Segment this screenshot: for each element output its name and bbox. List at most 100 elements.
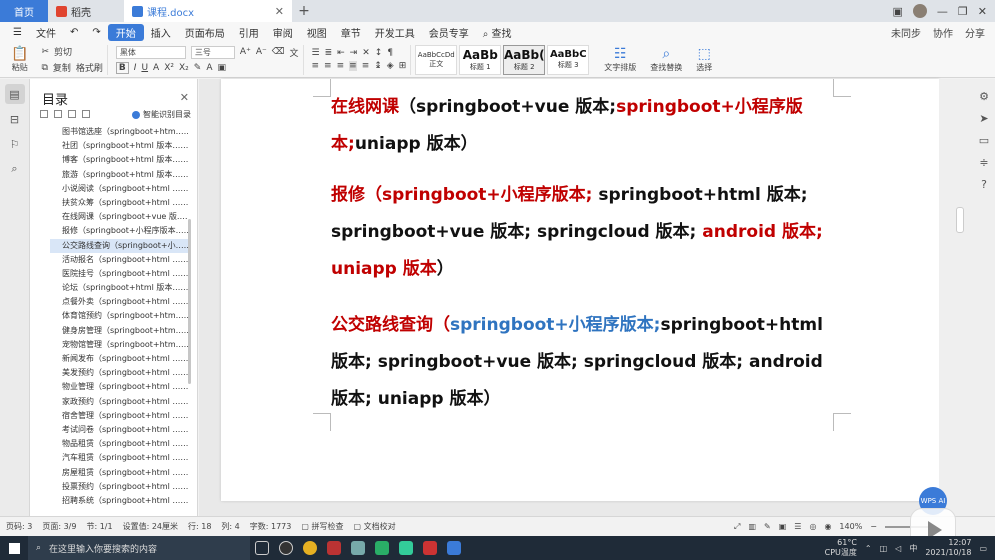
toc-item[interactable]: 公交路线查询（springboot+小…… bbox=[50, 238, 188, 253]
collab-button[interactable]: 协作 bbox=[933, 25, 953, 40]
doc-proof-button[interactable]: ▢ 文档校对 bbox=[353, 521, 395, 532]
menu-reference[interactable]: 引用 bbox=[232, 25, 266, 40]
sort-icon[interactable]: ↕ bbox=[375, 48, 383, 58]
toc-item[interactable]: 扶贫众筹（springboot+html …… bbox=[50, 196, 188, 210]
fullscreen-icon[interactable]: ⤢ bbox=[734, 522, 740, 532]
toc-item[interactable]: 论坛（springboot+html 版本…… bbox=[50, 281, 188, 295]
paste-button[interactable]: 📋 粘贴 bbox=[6, 46, 33, 73]
tab-document[interactable]: 课程.docx ✕ bbox=[124, 0, 292, 22]
clear-format-icon[interactable]: ⌫ bbox=[272, 47, 285, 57]
style-heading-1[interactable]: AaBb 标题 1 bbox=[459, 44, 502, 75]
remove-heading-icon[interactable] bbox=[82, 110, 90, 118]
chinese-layout-icon[interactable]: ✕ bbox=[362, 48, 370, 58]
zoom-level[interactable]: 140% bbox=[839, 522, 862, 531]
menu-undo-icon[interactable]: ↶ bbox=[63, 27, 85, 38]
paragraph-repair[interactable]: 报修（springboot+小程序版本; springboot+html 版本;… bbox=[331, 177, 841, 288]
restore-icon[interactable]: ❐ bbox=[958, 5, 968, 18]
toc-item[interactable]: 点餐外卖（springboot+html …… bbox=[50, 295, 188, 309]
eye-icon[interactable]: ◉ bbox=[824, 522, 831, 531]
toc-item[interactable]: 博客（springboot+html 版本…… bbox=[50, 153, 188, 167]
underline-icon[interactable]: U bbox=[141, 63, 148, 73]
toc-item[interactable]: 报修（springboot+小程序版本…… bbox=[50, 224, 188, 238]
bullet-list-icon[interactable]: ☰ bbox=[312, 48, 320, 58]
new-tab-button[interactable]: + bbox=[292, 0, 316, 22]
outdent-icon[interactable]: ⇤ bbox=[337, 48, 345, 58]
chapter-nav-icon[interactable]: ⊟ bbox=[5, 109, 25, 129]
smart-toc-button[interactable]: 智能识别目录 bbox=[132, 109, 191, 120]
shrink-font-icon[interactable]: A⁻ bbox=[256, 47, 267, 57]
menu-developer[interactable]: 开发工具 bbox=[368, 25, 422, 40]
borders-icon[interactable]: ⊞ bbox=[399, 61, 407, 71]
toc-item[interactable]: 汽车租赁（springboot+html …… bbox=[50, 451, 188, 465]
taskbar-search[interactable]: ⌕ 在这里输入你要搜索的内容 bbox=[28, 536, 250, 560]
status-words[interactable]: 字数: 1773 bbox=[250, 521, 292, 532]
menu-start[interactable]: 开始 bbox=[107, 23, 144, 41]
toc-item[interactable]: 社团（springboot+html 版本…… bbox=[50, 139, 188, 153]
ime-indicator[interactable]: 中 bbox=[909, 543, 917, 554]
toc-item[interactable]: 图书馆选座（springboot+htm…… bbox=[50, 125, 188, 139]
align-left-icon[interactable]: ≡ bbox=[312, 61, 320, 71]
toc-item[interactable]: 小说阅读（springboot+html …… bbox=[50, 182, 188, 196]
menu-insert[interactable]: 插入 bbox=[144, 25, 178, 40]
network-icon[interactable]: ◫ bbox=[880, 544, 888, 553]
shading-icon[interactable]: ◈ bbox=[387, 61, 394, 71]
copy-label[interactable]: 复制 bbox=[53, 61, 71, 74]
toc-item[interactable]: 体育馆预约（springboot+htm…… bbox=[50, 309, 188, 323]
toc-item[interactable]: 健身房管理（springboot+htm…… bbox=[50, 324, 188, 338]
add-heading-icon[interactable] bbox=[68, 110, 76, 118]
web-view-icon[interactable]: ◎ bbox=[809, 522, 816, 531]
toc-item[interactable]: 物品租赁（springboot+html …… bbox=[50, 437, 188, 451]
subscript-icon[interactable]: X₂ bbox=[179, 63, 189, 73]
highlight-icon[interactable]: ✎ bbox=[194, 63, 202, 73]
toc-item[interactable]: 宠物馆管理（springboot+htm…… bbox=[50, 338, 188, 352]
toc-scrollbar[interactable] bbox=[188, 219, 191, 384]
bold-icon[interactable]: B bbox=[115, 61, 129, 74]
style-heading-3[interactable]: AaBbC 标题 3 bbox=[547, 44, 590, 75]
font-name-select[interactable]: 黑体 bbox=[115, 45, 186, 59]
cut-label[interactable]: 剪切 bbox=[54, 45, 72, 58]
properties-icon[interactable]: ⚙ bbox=[973, 85, 995, 107]
find-replace-button[interactable]: ⌕ 查找替换 bbox=[645, 46, 687, 73]
show-marks-icon[interactable]: ¶ bbox=[387, 48, 393, 58]
line-spacing-icon[interactable]: ↨ bbox=[374, 61, 382, 71]
tray-arrow-icon[interactable]: ⌃ bbox=[865, 544, 872, 553]
sync-status[interactable]: 未同步 bbox=[891, 25, 921, 40]
expand-icon[interactable] bbox=[54, 110, 62, 118]
start-button[interactable] bbox=[0, 536, 28, 560]
font-size-select[interactable]: 三号 bbox=[190, 45, 235, 59]
avatar[interactable] bbox=[912, 4, 927, 18]
toc-item[interactable]: 医院挂号（springboot+html …… bbox=[50, 267, 188, 281]
minimize-icon[interactable]: — bbox=[937, 5, 948, 18]
app-obs-icon[interactable] bbox=[274, 536, 298, 560]
font-color-icon[interactable]: A bbox=[153, 63, 159, 73]
read-mode-icon[interactable]: ▥ bbox=[748, 522, 756, 531]
grow-font-icon[interactable]: A⁺ bbox=[240, 47, 251, 57]
close-window-icon[interactable]: ✕ bbox=[978, 5, 987, 18]
toc-item[interactable]: 家政预约（springboot+html …… bbox=[50, 395, 188, 409]
menu-member[interactable]: 会员专享 bbox=[422, 25, 476, 40]
tab-home[interactable]: 首页 bbox=[0, 0, 48, 22]
align-right-icon[interactable]: ≡ bbox=[337, 61, 345, 71]
tab-docer[interactable]: 稻壳 bbox=[48, 0, 124, 22]
toc-item[interactable]: 新闻发布（springboot+html …… bbox=[50, 352, 188, 366]
justify-icon[interactable]: ≡ bbox=[349, 61, 357, 71]
page-view-icon[interactable]: ▣ bbox=[779, 522, 787, 531]
menu-review[interactable]: 审阅 bbox=[266, 25, 300, 40]
zoom-out-icon[interactable]: − bbox=[870, 522, 877, 531]
toc-item[interactable]: 在线网课（springboot+vue 版…… bbox=[50, 210, 188, 224]
toc-item[interactable]: 物业管理（springboot+html …… bbox=[50, 380, 188, 394]
hamburger-icon[interactable]: ☰ bbox=[6, 27, 29, 38]
help-icon[interactable]: ? bbox=[973, 173, 995, 195]
volume-icon[interactable]: ◁ bbox=[895, 544, 901, 553]
notification-icon[interactable]: ▭ bbox=[979, 544, 987, 553]
border-icon[interactable]: ▣ bbox=[217, 63, 226, 73]
toc-item[interactable]: 宿舍管理（springboot+html …… bbox=[50, 409, 188, 423]
vertical-scrollbar[interactable] bbox=[956, 207, 964, 233]
sliders-icon[interactable]: ≑ bbox=[973, 151, 995, 173]
distributed-icon[interactable]: ≡ bbox=[362, 61, 370, 71]
menu-page-layout[interactable]: 页面布局 bbox=[178, 25, 232, 40]
text-layout-button[interactable]: ☷ 文字排版 bbox=[599, 46, 641, 73]
find-panel-icon[interactable]: ⌕ bbox=[5, 159, 25, 179]
toc-item[interactable]: 投票预约（springboot+html …… bbox=[50, 480, 188, 494]
share-button[interactable]: 分享 bbox=[965, 25, 985, 40]
